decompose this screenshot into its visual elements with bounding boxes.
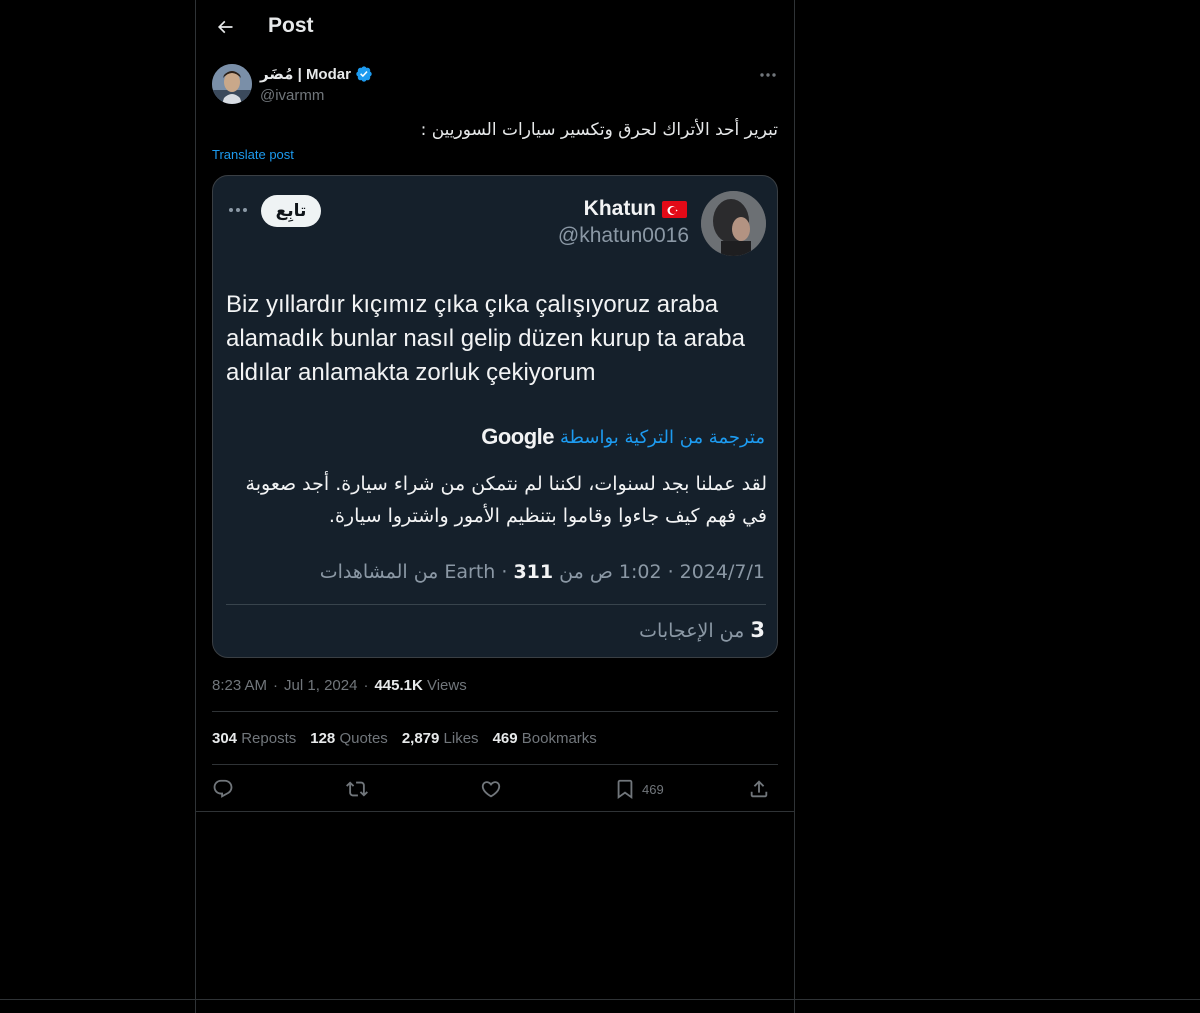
quoted-name-text: Khatun — [583, 197, 656, 220]
reply-icon — [213, 779, 233, 798]
author-name[interactable]: مُضَر | Modar — [260, 65, 373, 83]
avatar-photo — [212, 64, 252, 104]
divider — [212, 711, 778, 712]
quoted-more-icon — [227, 200, 249, 220]
google-logo: Google — [481, 424, 554, 449]
meta-separator: · — [273, 677, 279, 694]
quoted-views-count: 311 — [513, 561, 554, 583]
page-bottom-line — [0, 999, 1200, 1000]
quoted-likes-label: من الإعجابات — [639, 620, 751, 642]
views-count: 445.1K — [374, 677, 423, 694]
quoted-divider — [226, 604, 766, 605]
quoted-text: Biz yıllardır kıçımız çıka çıka çalışıyo… — [226, 291, 745, 386]
turkey-flag-icon — [662, 200, 687, 218]
more-options-button[interactable] — [756, 64, 780, 86]
translate-post-link[interactable]: Translate post — [212, 147, 294, 162]
bookmark-count: 469 — [642, 781, 664, 797]
reply-button[interactable] — [212, 775, 234, 803]
post-bottom-border — [196, 811, 794, 812]
actions-row: 469 — [212, 775, 778, 803]
quoted-meta: 2024/7/1 · 1:02 ص من Earth · 311 من المش… — [320, 561, 765, 583]
translated-by-label: مترجمة من التركية بواسطة — [559, 426, 765, 448]
post-time[interactable]: 8:23 AM — [212, 677, 267, 694]
like-button[interactable] — [480, 775, 502, 803]
quoted-meta-prefix: 2024/7/1 · 1:02 ص من Earth · — [444, 561, 765, 583]
bookmarks-stat[interactable]: 469 Bookmarks — [493, 730, 597, 747]
author-name-text: مُضَر | Modar — [260, 66, 351, 83]
bookmark-icon — [617, 779, 633, 800]
quoted-follow-button: تابِع — [261, 195, 321, 227]
translated-by: Google مترجمة من التركية بواسطة — [481, 424, 765, 450]
divider — [212, 764, 778, 765]
repost-icon — [346, 781, 368, 797]
meta-separator: · — [363, 677, 369, 694]
reposts-stat[interactable]: 304 Reposts — [212, 730, 296, 747]
post-meta: 8:23 AM · Jul 1, 2024 · 445.1K Views — [212, 677, 467, 694]
quoted-translation: لقد عملنا بجد لسنوات، لكننا لم نتمكن من … — [245, 473, 767, 527]
quotes-stat[interactable]: 128 Quotes — [310, 730, 388, 747]
author-handle[interactable]: @ivarmm — [260, 87, 324, 104]
back-button[interactable] — [208, 10, 242, 44]
likes-stat[interactable]: 2,879 Likes — [402, 730, 479, 747]
heart-icon — [481, 781, 501, 798]
quoted-likes: 3 من الإعجابات — [639, 618, 765, 642]
page-title: Post — [268, 14, 314, 37]
author-avatar[interactable] — [212, 64, 252, 104]
header: Post — [196, 0, 794, 54]
post-date[interactable]: Jul 1, 2024 — [284, 677, 357, 694]
bookmark-button[interactable]: 469 — [614, 775, 664, 803]
quoted-handle: @khatun0016 — [557, 224, 689, 247]
share-button[interactable] — [748, 775, 770, 803]
quoted-views-label: من المشاهدات — [319, 561, 445, 583]
post-image[interactable]: Khatun @khatun0016 تابِع Biz yıllardır k… — [212, 175, 778, 658]
quoted-avatar — [701, 191, 766, 256]
post-column: Post مُضَر | Modar @ivarmm تبرير أحد الأ… — [195, 0, 795, 1013]
views-label: Views — [426, 677, 467, 694]
arrow-left-icon — [217, 20, 233, 34]
quoted-name: Khatun — [584, 197, 687, 221]
stats-row: 304 Reposts 128 Quotes 2,879 Likes 469 B… — [212, 730, 597, 747]
share-icon — [750, 780, 768, 798]
post-text: تبرير أحد الأتراك لحرق وتكسير سيارات الس… — [420, 120, 778, 140]
repost-button[interactable] — [346, 775, 368, 803]
verified-badge-icon — [356, 66, 372, 82]
more-horizontal-icon — [760, 73, 776, 77]
quoted-avatar-photo — [701, 191, 766, 256]
quoted-likes-count: 3 — [750, 618, 765, 642]
